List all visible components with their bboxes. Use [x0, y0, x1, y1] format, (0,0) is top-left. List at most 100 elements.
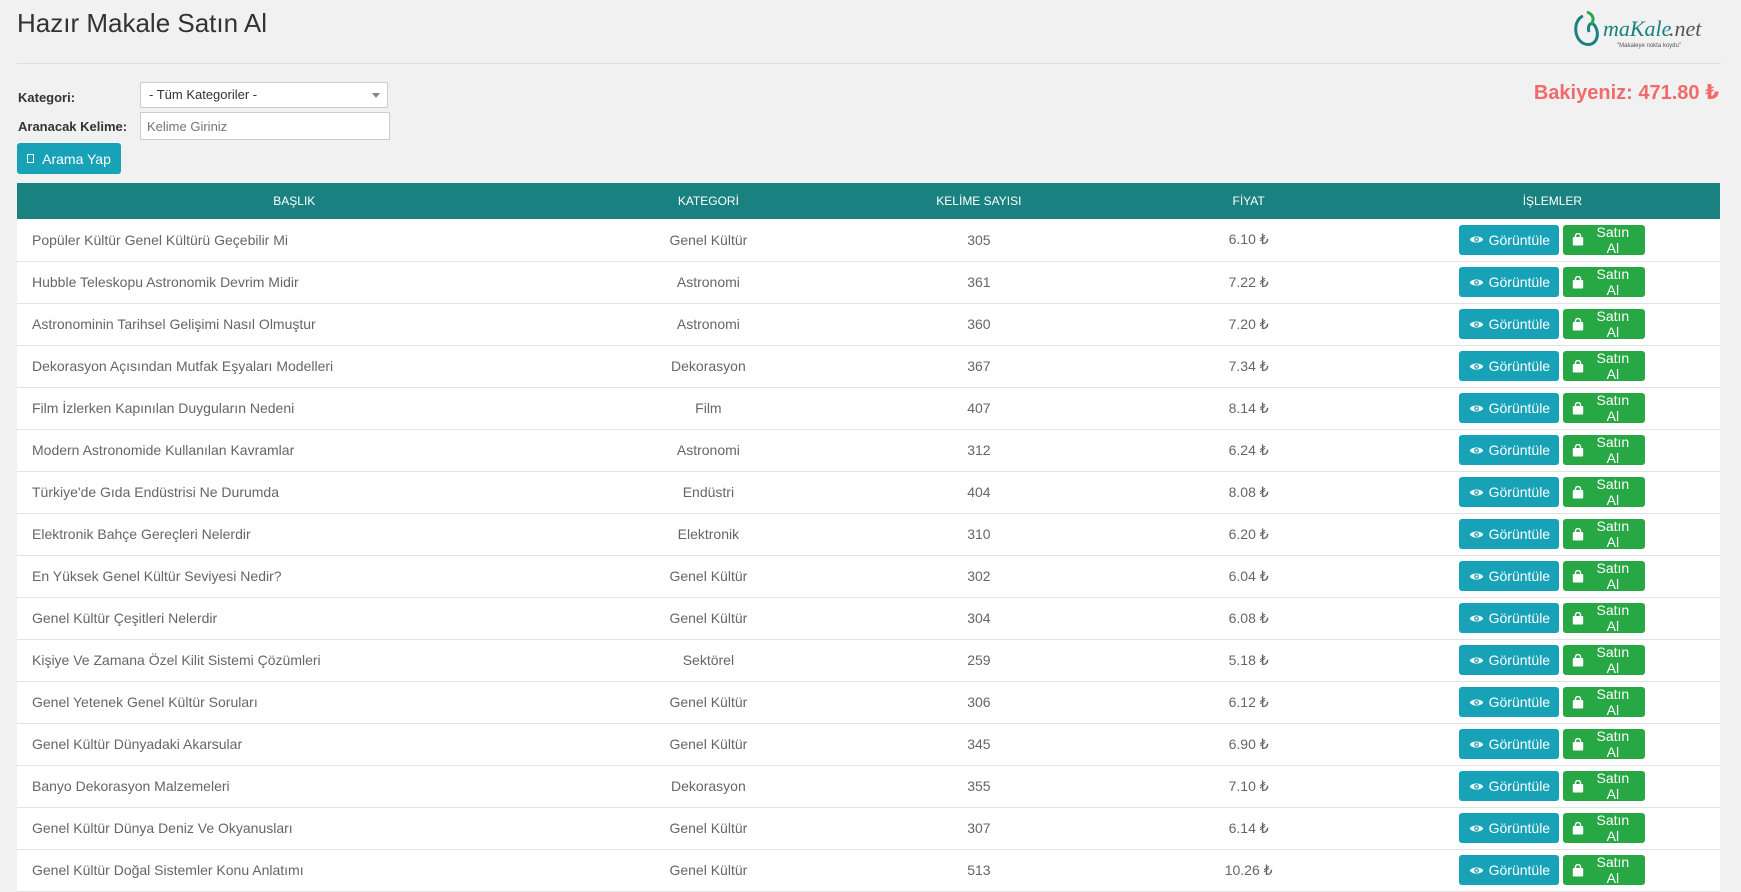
row-title: Genel Kültür Doğal Sistemler Konu Anlatı… — [32, 862, 304, 878]
page: Hazır Makale Satın Al maKale .net "Makal… — [0, 0, 1741, 891]
table-row: Astronominin Tarihsel Gelişimi Nasıl Olm… — [17, 303, 1720, 345]
row-word-count: 407 — [967, 400, 991, 416]
table-row: Hubble Teleskopu Astronomik Devrim Midir… — [17, 261, 1720, 303]
view-button-label: Görüntüle — [1488, 778, 1551, 794]
row-title: Dekorasyon Açısından Mutfak Eşyaları Mod… — [32, 358, 334, 374]
keyword-input[interactable] — [140, 112, 390, 140]
row-price: 6.10 ₺ — [1228, 231, 1269, 248]
row-price: 8.14 ₺ — [1228, 399, 1269, 416]
category-select[interactable]: - Tüm Kategoriler - — [140, 82, 388, 108]
row-actions: Görüntüle Satın Al — [1385, 807, 1720, 849]
page-title: Hazır Makale Satın Al — [17, 8, 267, 38]
row-actions: Görüntüle Satın Al — [1385, 723, 1720, 765]
row-price: 6.08 ₺ — [1228, 609, 1269, 626]
row-category: Genel Kültür — [669, 610, 748, 626]
buy-button-label: Satın Al — [1596, 770, 1630, 802]
row-word-count: 259 — [967, 652, 991, 668]
row-word-count: 302 — [967, 568, 991, 584]
column-header-category[interactable]: KATEGORİ — [571, 183, 846, 219]
buy-button[interactable]: Satın Al — [1563, 518, 1646, 550]
table-row: Genel Kültür Çeşitleri Nelerdir Genel Kül… — [17, 597, 1720, 639]
row-category: Dekorasyon — [671, 358, 746, 374]
buy-button[interactable]: Satın Al — [1563, 602, 1646, 634]
buy-button[interactable]: Satın Al — [1563, 644, 1646, 676]
buy-button[interactable]: Satın Al — [1563, 560, 1646, 592]
column-header-word-count[interactable]: KELİME SAYISI — [845, 183, 1113, 219]
shopping-bag-icon — [1572, 653, 1584, 667]
row-category: Film — [695, 400, 722, 416]
row-word-count: 367 — [967, 358, 991, 374]
buy-button-label: Satın Al — [1596, 854, 1630, 886]
buy-button[interactable]: Satın Al — [1563, 434, 1646, 466]
buy-button[interactable]: Satın Al — [1563, 686, 1646, 718]
shopping-bag-icon — [1572, 485, 1584, 499]
view-button[interactable]: Görüntüle — [1459, 729, 1560, 759]
view-button-label: Görüntüle — [1488, 610, 1551, 626]
table-row: Film İzlerken Kapınılan Duyguların Neden… — [17, 387, 1720, 429]
view-button-label: Görüntüle — [1488, 526, 1551, 542]
row-actions: Görüntüle Satın Al — [1385, 261, 1720, 303]
view-button[interactable]: Görüntüle — [1459, 351, 1560, 381]
row-category: Genel Kültür — [669, 862, 748, 878]
eye-icon — [1469, 234, 1484, 245]
buy-button[interactable]: Satın Al — [1563, 350, 1646, 382]
buy-button-label: Satın Al — [1596, 223, 1630, 256]
buy-button-label: Satın Al — [1596, 392, 1630, 424]
table-row: Türkiye'de Gıda Endüstrisi Ne Durumda End… — [17, 471, 1720, 513]
view-button[interactable]: Görüntüle — [1459, 309, 1560, 339]
view-button-label: Görüntüle — [1488, 652, 1551, 668]
row-price: 7.22 ₺ — [1228, 273, 1269, 290]
row-actions: Görüntüle Satın Al — [1385, 765, 1720, 807]
row-word-count: 355 — [967, 778, 991, 794]
row-word-count: 304 — [967, 610, 991, 626]
row-price: 10.26 ₺ — [1224, 861, 1273, 878]
buy-button[interactable]: Satın Al — [1563, 308, 1646, 340]
buy-button[interactable]: Satın Al — [1563, 476, 1646, 508]
view-button-label: Görüntüle — [1488, 694, 1551, 710]
category-label: Kategori: — [18, 90, 76, 105]
search-button-label: Arama Yap — [42, 150, 111, 167]
view-button[interactable]: Görüntüle — [1459, 393, 1560, 423]
eye-icon — [1469, 445, 1484, 456]
buy-button[interactable]: Satın Al — [1563, 770, 1646, 802]
view-button[interactable]: Görüntüle — [1459, 771, 1560, 801]
view-button[interactable]: Görüntüle — [1459, 687, 1560, 717]
buy-button[interactable]: Satın Al — [1563, 812, 1646, 844]
table-row: Genel Kültür Dünyadaki Akarsular Genel Kü… — [17, 723, 1720, 765]
buy-button[interactable]: Satın Al — [1563, 223, 1646, 256]
view-button[interactable]: Görüntüle — [1459, 855, 1560, 885]
svg-text:maKale: maKale — [1603, 16, 1672, 41]
site-logo[interactable]: maKale .net "Makaleye nokta koydu" — [1569, 6, 1719, 54]
buy-button[interactable]: Satın Al — [1563, 266, 1646, 298]
column-header-actions: İŞLEMLER — [1384, 183, 1720, 219]
column-header-title[interactable]: BAŞLIK — [17, 183, 572, 219]
view-button[interactable]: Görüntüle — [1459, 813, 1560, 843]
row-category: Astronomi — [676, 274, 740, 290]
row-category: Genel Kültür — [669, 568, 748, 584]
view-button[interactable]: Görüntüle — [1459, 267, 1560, 297]
buy-button-label: Satın Al — [1596, 518, 1630, 550]
buy-button-label: Satın Al — [1596, 602, 1630, 634]
view-button[interactable]: Görüntüle — [1459, 435, 1560, 465]
eye-icon — [1469, 277, 1484, 288]
view-button[interactable]: Görüntüle — [1459, 477, 1560, 507]
row-title: Türkiye'de Gıda Endüstrisi Ne Durumda — [32, 484, 279, 500]
shopping-bag-icon — [1572, 233, 1584, 246]
column-header-price[interactable]: FİYAT — [1112, 183, 1385, 219]
row-category: Genel Kültür — [669, 736, 748, 752]
eye-icon — [1469, 739, 1484, 750]
view-button[interactable]: Görüntüle — [1459, 519, 1560, 549]
search-button[interactable]: Arama Yap — [17, 143, 121, 174]
buy-button[interactable]: Satın Al — [1563, 854, 1646, 886]
view-button[interactable]: Görüntüle — [1459, 561, 1560, 591]
eye-icon — [1469, 823, 1484, 834]
view-button[interactable]: Görüntüle — [1459, 603, 1560, 633]
row-title: Modern Astronomide Kullanılan Kavramlar — [32, 442, 295, 458]
row-actions: Görüntüle Satın Al — [1385, 387, 1720, 429]
buy-button[interactable]: Satın Al — [1563, 392, 1646, 424]
view-button[interactable]: Görüntüle — [1459, 645, 1560, 675]
shopping-bag-icon — [1572, 317, 1584, 331]
buy-button[interactable]: Satın Al — [1563, 728, 1646, 760]
row-price: 6.20 ₺ — [1228, 525, 1269, 542]
view-button[interactable]: Görüntüle — [1459, 224, 1560, 255]
